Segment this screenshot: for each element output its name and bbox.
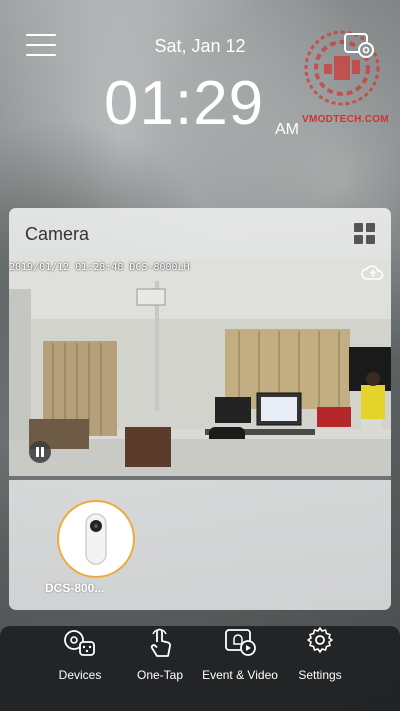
cloud-icon[interactable] (361, 264, 385, 282)
device-thumbnail[interactable] (57, 500, 135, 578)
card-title: Camera (25, 224, 90, 244)
grid-view-icon[interactable] (354, 223, 375, 244)
time-label: 01:29 (104, 69, 265, 138)
camera-settings-icon[interactable] (343, 31, 377, 61)
settings-icon (307, 627, 333, 653)
one-tap-icon (150, 628, 171, 657)
tab-settings[interactable]: Settings (270, 626, 370, 711)
bottom-tab-bar: Devices One-Tap Event & Video Settings (0, 626, 400, 711)
feed-divider (9, 476, 391, 480)
device-name-label: DCS-800... (45, 581, 105, 595)
event-video-icon (225, 629, 256, 656)
camera-card: Camera 2019/01/12 01:28:48 DCS-8000LH DC… (9, 208, 391, 610)
watermark-text: VMODTECH.COM (302, 114, 389, 125)
camera-device-icon (85, 513, 107, 565)
feed-timestamp: 2019/01/12 01:28:48 DCS-8000LH (9, 262, 190, 273)
feed-scene (9, 259, 391, 476)
devices-icon (64, 630, 95, 656)
camera-live-feed[interactable]: 2019/01/12 01:28:48 DCS-8000LH (9, 259, 391, 476)
tab-settings-label: Settings (298, 668, 342, 682)
pause-button[interactable] (29, 441, 51, 463)
